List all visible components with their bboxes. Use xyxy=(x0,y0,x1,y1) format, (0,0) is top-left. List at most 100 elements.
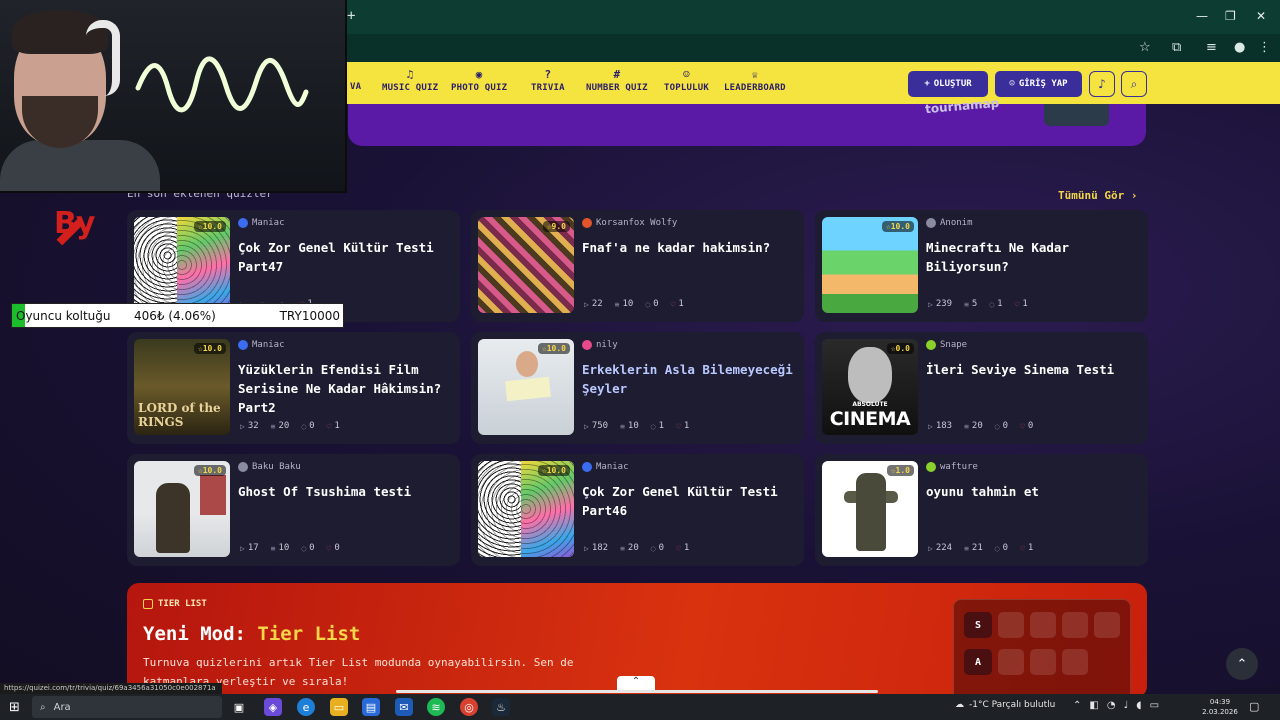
quiz-author[interactable]: Korsanfox Wolfy xyxy=(582,218,677,228)
spotify-icon[interactable]: ≋ xyxy=(427,698,445,716)
create-button[interactable]: + OLUŞTUR xyxy=(908,71,988,97)
weather-widget[interactable]: ☁ -1°C Parçalı bulutlu xyxy=(955,700,1055,710)
minimize-icon[interactable]: — xyxy=(1196,9,1208,23)
task-view-icon[interactable]: ▣ xyxy=(230,698,248,716)
nav-item-number-quiz[interactable]: # NUMBER QUIZ xyxy=(586,68,648,93)
see-all-link[interactable]: Tümünü Gör › xyxy=(1058,189,1137,202)
tray-app-icon[interactable]: ◧ xyxy=(1089,700,1098,711)
comment-icon: ◌ xyxy=(994,543,1000,553)
rating-badge: ☆10.0 xyxy=(193,343,226,354)
profile-avatar[interactable]: ● xyxy=(1234,40,1245,55)
tier-title-prefix: Yeni Mod: xyxy=(143,623,246,645)
bookmark-star-icon[interactable]: ☆ xyxy=(1139,40,1151,55)
tray-chevron-icon[interactable]: ⌃ xyxy=(1073,700,1081,711)
nav-item-trivia[interactable]: ? TRIVIA xyxy=(531,68,565,93)
quiz-card[interactable]: ☆10.0 Maniac Çok Zor Genel Kültür Testi Pa… xyxy=(471,454,804,566)
search-icon[interactable]: ⌕ xyxy=(1121,71,1147,97)
stat-value: 32 xyxy=(247,421,259,431)
quiz-thumbnail[interactable]: ☆10.0 xyxy=(478,339,574,435)
stat-value: 239 xyxy=(935,299,953,309)
quiz-stats: ▷ 183 ≡ 20 ◌ 0 ♡ 0 xyxy=(928,421,1033,431)
scroll-to-top-button[interactable]: ⌃ xyxy=(1226,648,1258,680)
author-avatar xyxy=(926,218,936,228)
quiz-author[interactable]: Maniac xyxy=(238,340,285,350)
edge-icon[interactable]: e xyxy=(297,698,315,716)
quiz-thumbnail[interactable]: LORD of the RINGS ☆10.0 xyxy=(134,339,230,435)
nav-item-music-quiz[interactable]: ♫ MUSIC QUIZ xyxy=(382,68,438,93)
file-explorer-icon[interactable]: ▭ xyxy=(330,698,348,716)
author-avatar xyxy=(238,218,248,228)
stat-value: 1 xyxy=(1022,299,1028,309)
donation-goal-bar: Oyuncu koltuğu 406₺ (4.06%) TRY10000 xyxy=(11,303,344,328)
quiz-card[interactable]: ☆10.0 nily Erkeklerin Asla Bilemeyeceği Şe… xyxy=(471,332,804,444)
stat-value: 5 xyxy=(971,299,978,309)
stat-value: 10 xyxy=(622,299,634,309)
quiz-title[interactable]: Fnaf'a ne kadar hakimsin? xyxy=(582,238,797,257)
stat-value: 224 xyxy=(935,543,953,553)
quiz-thumbnail[interactable]: ABSOLUTE CINEMA ☆0.0 xyxy=(822,339,918,435)
quiz-title[interactable]: İleri Seviye Sinema Testi xyxy=(926,360,1141,379)
more-icon[interactable]: ⋮ xyxy=(1258,40,1271,55)
quiz-thumbnail[interactable]: ☆10.0 xyxy=(822,217,918,313)
nav-item-leaderboard[interactable]: ♕ LEADERBOARD xyxy=(724,68,786,93)
quiz-author[interactable]: Maniac xyxy=(238,218,285,228)
question-count-icon: ≡ xyxy=(270,421,276,431)
nav-item-topluluk[interactable]: ☺ TOPLULUK xyxy=(664,68,709,93)
promo-banner[interactable] xyxy=(348,104,1146,146)
new-tab-icon[interactable]: + xyxy=(347,8,355,24)
quiz-title[interactable]: Erkeklerin Asla Bilemeyeceği Şeyler xyxy=(582,360,797,398)
taskbar-search[interactable]: ⌕ Ara xyxy=(32,696,222,718)
system-tray: ⌃ ◧ ◔ ♩ ◖ ▭ xyxy=(1073,700,1159,711)
close-icon[interactable]: ✕ xyxy=(1256,9,1266,23)
quiz-author[interactable]: wafture xyxy=(926,462,978,472)
store-icon[interactable]: ▤ xyxy=(362,698,380,716)
quiz-title[interactable]: Ghost Of Tsushima testi xyxy=(238,482,453,501)
tray-network-icon[interactable]: ◔ xyxy=(1107,700,1116,711)
quiz-title[interactable]: Yüzüklerin Efendisi Film Serisine Ne Kad… xyxy=(238,360,453,417)
quiz-card[interactable]: LORD of the RINGS ☆10.0 Maniac Yüzüklerin E… xyxy=(127,332,460,444)
stat-value: 750 xyxy=(591,421,609,431)
quiz-title[interactable]: Minecraftı Ne Kadar Biliyorsun? xyxy=(926,238,1141,276)
quiz-author[interactable]: Anonim xyxy=(926,218,973,228)
taskbar-clock[interactable]: 04:39 2.03.2026 xyxy=(1198,697,1242,717)
quiz-author[interactable]: Snape xyxy=(926,340,967,350)
like-icon: ♡ xyxy=(676,543,681,553)
stat-item: ▷ 183 xyxy=(928,421,952,431)
quiz-author[interactable]: Baku Baku xyxy=(238,462,301,472)
steam-icon[interactable]: ♨ xyxy=(492,698,510,716)
quiz-title[interactable]: Çok Zor Genel Kültür Testi Part47 xyxy=(238,238,453,276)
menu-icon[interactable]: ≡ xyxy=(1206,40,1217,55)
login-button[interactable]: ☺ GİRİŞ YAP xyxy=(995,71,1082,97)
copilot-icon[interactable]: ◈ xyxy=(264,698,282,716)
windows-start-icon[interactable]: ⊞ xyxy=(9,700,20,715)
quiz-thumbnail[interactable]: ☆1.0 xyxy=(822,461,918,557)
quiz-card[interactable]: ☆1.0 wafture oyunu tahmin et ▷ 224 ≡ 21 ◌ 0 ♡ 1 xyxy=(815,454,1148,566)
tray-microphone-icon[interactable]: ♩ xyxy=(1124,700,1129,711)
mail-icon[interactable]: ✉ xyxy=(395,698,413,716)
quiz-thumbnail[interactable]: ☆10.0 xyxy=(478,461,574,557)
play-count-icon: ▷ xyxy=(928,421,933,431)
notification-center-icon[interactable]: ▢ xyxy=(1249,700,1259,713)
quiz-thumbnail[interactable]: ☆9.0 xyxy=(478,217,574,313)
horizontal-scrollbar[interactable] xyxy=(396,690,878,693)
quiz-card[interactable]: ☆9.0 Korsanfox Wolfy Fnaf'a ne kadar hakim… xyxy=(471,210,804,322)
quiz-thumbnail[interactable]: ☆10.0 xyxy=(134,217,230,313)
stat-value: 0 xyxy=(1002,421,1009,431)
notifications-bell-icon[interactable]: ♪ xyxy=(1089,71,1115,97)
restore-icon[interactable]: ❐ xyxy=(1225,9,1236,23)
quiz-title[interactable]: Çok Zor Genel Kültür Testi Part46 xyxy=(582,482,797,520)
nav-item-photo-quiz[interactable]: ◉ PHOTO QUIZ xyxy=(451,68,507,93)
tray-battery-icon[interactable]: ▭ xyxy=(1150,700,1159,711)
quiz-author[interactable]: nily xyxy=(582,340,618,350)
quiz-author[interactable]: Maniac xyxy=(582,462,629,472)
quiz-card[interactable]: ABSOLUTE CINEMA ☆0.0 Snape İleri Seviye Sine… xyxy=(815,332,1148,444)
extensions-icon[interactable]: ⧉ xyxy=(1172,40,1181,55)
quiz-title[interactable]: oyunu tahmin et xyxy=(926,482,1141,501)
tray-volume-icon[interactable]: ◖ xyxy=(1136,700,1141,711)
nav-item-partial[interactable]: VA xyxy=(350,82,361,92)
chrome-icon[interactable]: ◎ xyxy=(460,698,478,716)
quiz-card[interactable]: ☆10.0 Baku Baku Ghost Of Tsushima testi ▷ 17… xyxy=(127,454,460,566)
quiz-card[interactable]: ☆10.0 Anonim Minecraftı Ne Kadar Biliyorsu… xyxy=(815,210,1148,322)
quiz-thumbnail[interactable]: ☆10.0 xyxy=(134,461,230,557)
question-count-icon: ≡ xyxy=(964,299,969,309)
